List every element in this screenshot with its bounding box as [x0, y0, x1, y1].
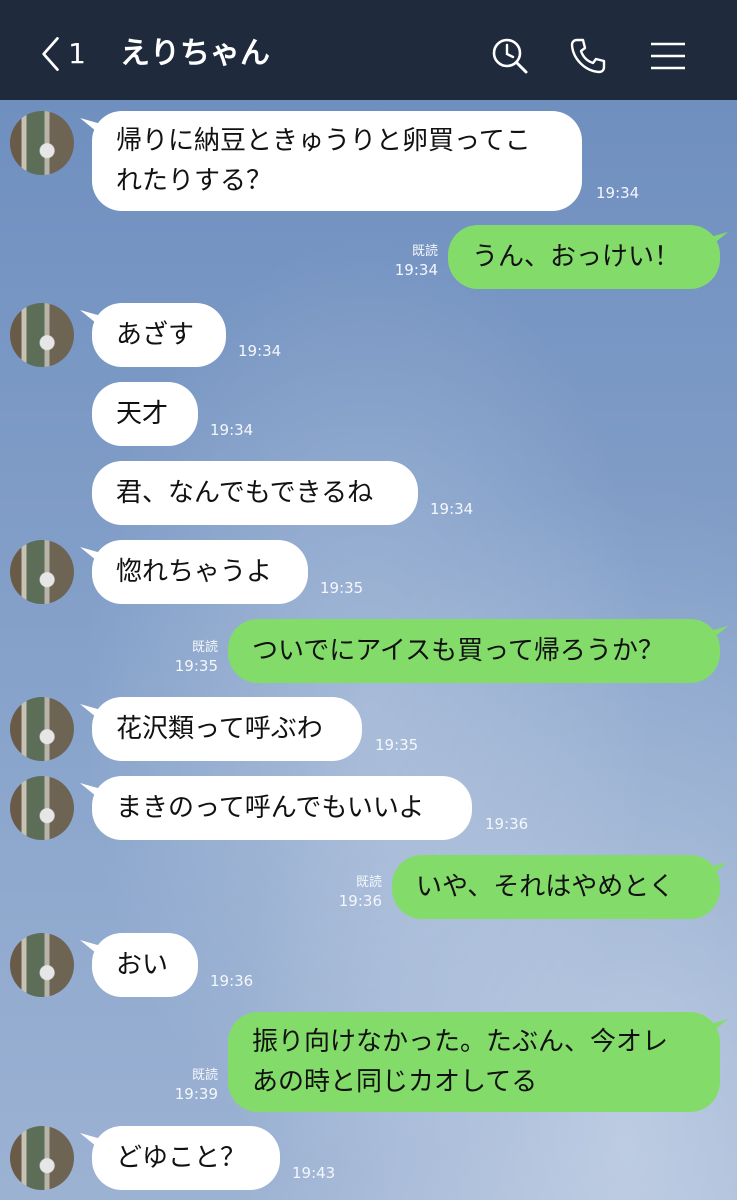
message-text: 惚れちゃうよ [116, 557, 273, 587]
call-button[interactable] [568, 36, 608, 76]
phone-icon [570, 38, 606, 74]
message-bubble-incoming[interactable]: 天才 [92, 382, 198, 446]
unread-count: 1 [68, 37, 86, 70]
menu-button[interactable] [648, 36, 688, 76]
message-time: 19:35 [320, 579, 364, 597]
message-bubble-incoming[interactable]: 花沢類って呼ぶわ [92, 697, 362, 761]
chat-header: 1 えりちゃん [0, 0, 737, 100]
message-bubble-incoming[interactable]: 惚れちゃうよ [92, 540, 308, 604]
read-receipt: 既読 [411, 244, 438, 259]
message-time: 19:35 [174, 657, 218, 675]
search-button[interactable] [490, 36, 530, 76]
message-time: 19:43 [292, 1164, 336, 1182]
chat-title: えりちゃん [120, 36, 270, 71]
message-text: どゆこと？ [116, 1143, 247, 1173]
message-time: 19:39 [174, 1085, 218, 1103]
message-bubble-incoming[interactable]: 帰りに納豆ときゅうりと卵買ってこ れたりする？ [92, 111, 582, 211]
avatar[interactable] [10, 540, 74, 604]
message-time: 19:34 [596, 184, 640, 202]
message-bubble-incoming[interactable]: まきのって呼んでもいいよ [92, 776, 472, 840]
message-meta: 既読 19:36 [330, 875, 382, 911]
search-icon [492, 38, 528, 74]
message-meta: 既読 19:35 [166, 640, 218, 676]
message-text: 君、なんでもできるね [116, 478, 374, 508]
message-text-line: 振り向けなかった。たぶん、今オレ [252, 1027, 669, 1057]
avatar[interactable] [10, 303, 74, 367]
message-bubble-incoming[interactable]: 君、なんでもできるね [92, 461, 418, 525]
message-meta: 既読 19:39 [166, 1068, 218, 1104]
message-time: 19:34 [210, 421, 254, 439]
read-receipt: 既読 [355, 875, 382, 890]
message-bubble-outgoing[interactable]: うん、おっけい！ [448, 225, 720, 289]
message-meta: 既読 19:34 [388, 244, 438, 280]
message-text: いや、それはやめとく [416, 872, 675, 902]
message-text-line: 帰りに納豆ときゅうりと卵買ってこ [116, 126, 531, 156]
message-text: うん、おっけい！ [472, 242, 681, 272]
message-bubble-incoming[interactable]: おい [92, 933, 198, 997]
read-receipt: 既読 [191, 640, 218, 655]
message-text: まきのって呼んでもいいよ [116, 793, 425, 823]
message-bubble-incoming[interactable]: あざす [92, 303, 226, 367]
message-time: 19:36 [485, 815, 529, 833]
message-text: おい [116, 950, 169, 980]
avatar[interactable] [10, 111, 74, 175]
message-bubble-incoming[interactable]: どゆこと？ [92, 1126, 280, 1190]
message-text: 花沢類って呼ぶわ [116, 714, 323, 744]
read-receipt: 既読 [191, 1068, 218, 1083]
message-time: 19:34 [394, 261, 438, 279]
message-text: 天才 [116, 399, 169, 429]
menu-icon [651, 42, 685, 70]
message-time: 19:34 [430, 500, 474, 518]
message-time: 19:35 [375, 736, 419, 754]
avatar[interactable] [10, 697, 74, 761]
back-chevron-icon [42, 37, 59, 71]
message-text: あざす [116, 320, 195, 350]
message-text-line: あの時と同じカオしてる [252, 1067, 538, 1097]
avatar[interactable] [10, 776, 74, 840]
message-time: 19:36 [210, 972, 254, 990]
message-bubble-outgoing[interactable]: ついでにアイスも買って帰ろうか？ [228, 619, 720, 683]
message-text-line: れたりする？ [116, 166, 273, 196]
message-bubble-outgoing[interactable]: 振り向けなかった。たぶん、今オレ あの時と同じカオしてる [228, 1012, 720, 1112]
avatar[interactable] [10, 933, 74, 997]
avatar[interactable] [10, 1126, 74, 1190]
message-bubble-outgoing[interactable]: いや、それはやめとく [392, 855, 720, 919]
back-button[interactable]: 1 [40, 34, 86, 74]
message-time: 19:34 [238, 342, 282, 360]
message-text: ついでにアイスも買って帰ろうか？ [252, 636, 664, 666]
message-time: 19:36 [338, 892, 382, 910]
